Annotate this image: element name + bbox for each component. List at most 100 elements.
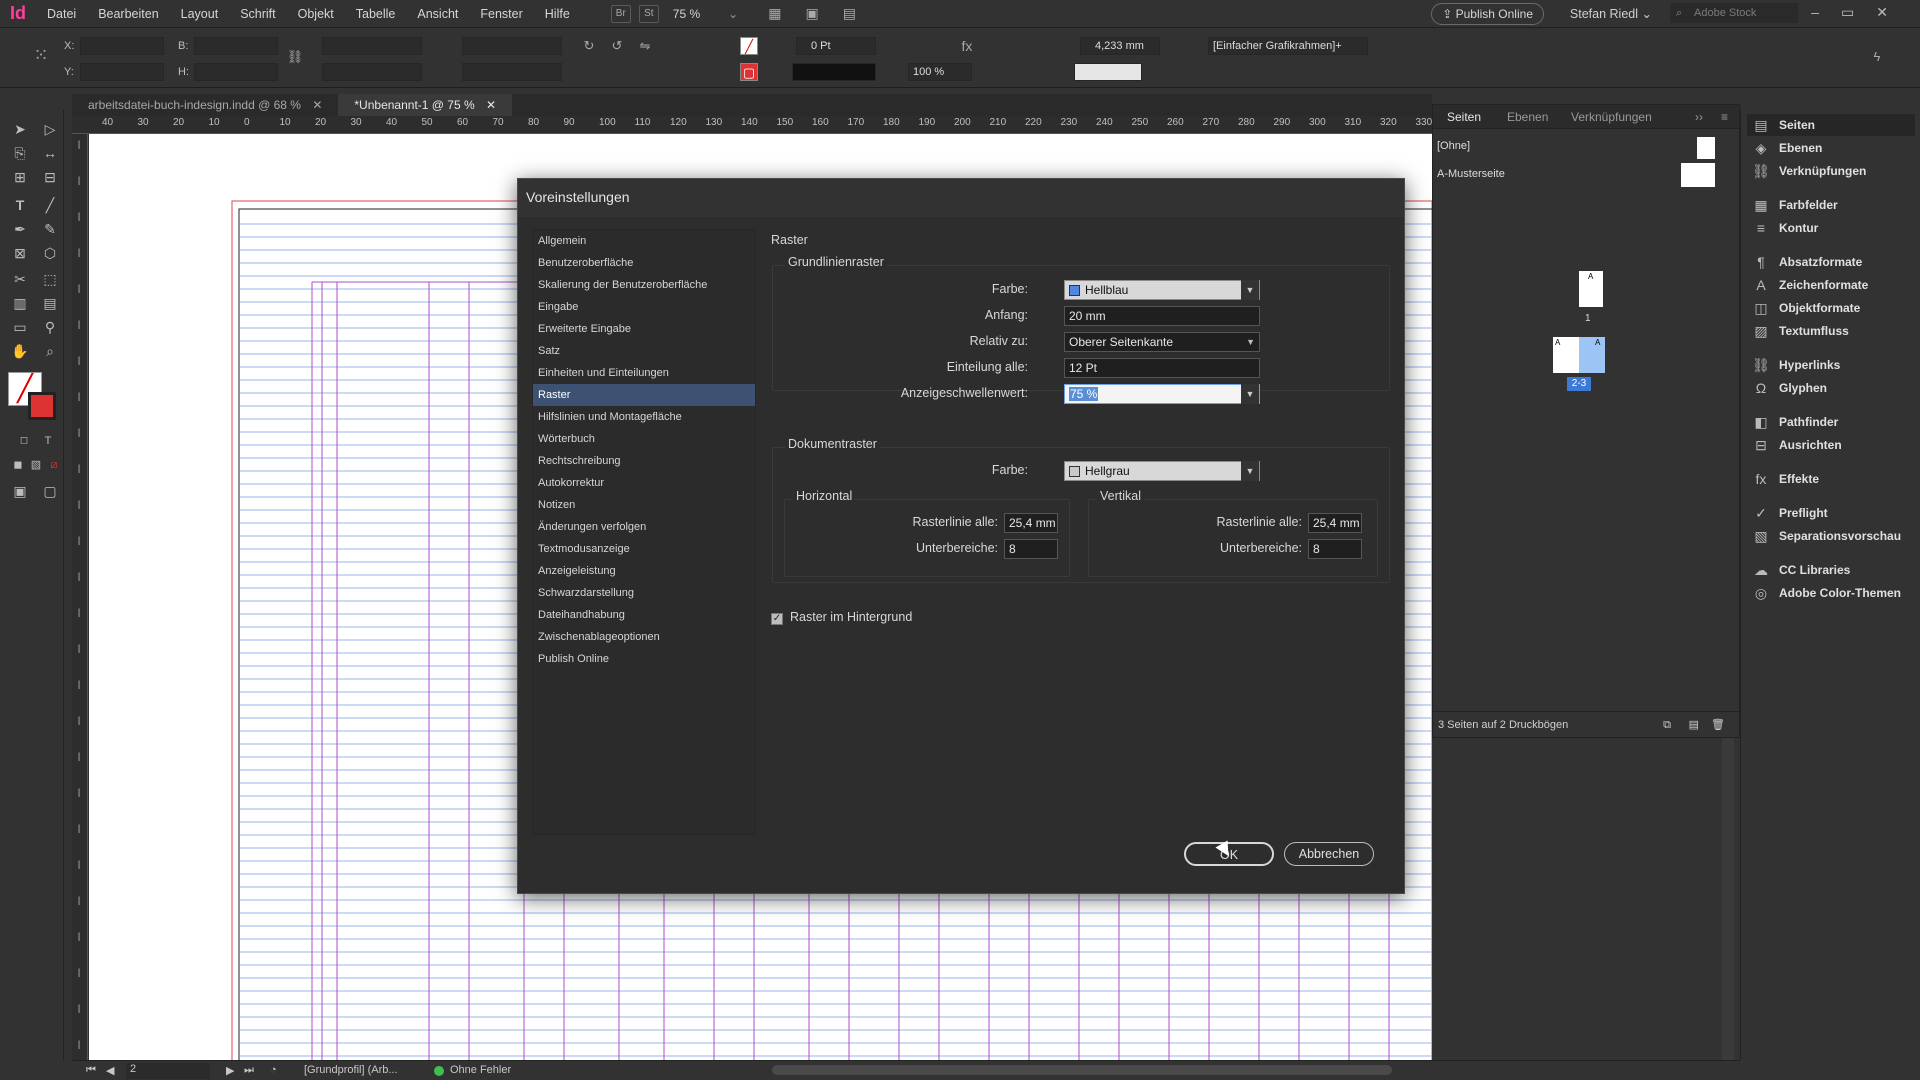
pencil-tool-icon[interactable]: ✎ (38, 218, 62, 240)
scale-x-field[interactable] (322, 37, 422, 55)
h-gridline-field[interactable]: 25,4 mm (1004, 513, 1058, 533)
formatting-text-icon[interactable]: T (36, 430, 60, 452)
menu-tabelle[interactable]: Tabelle (345, 7, 407, 21)
pref-category-item[interactable]: Notizen (533, 494, 755, 516)
shear-field[interactable] (462, 63, 562, 81)
panel-collapse-icon[interactable]: ›› (1695, 110, 1703, 124)
pref-category-item[interactable]: Anzeigeleistung (533, 560, 755, 582)
page-2-thumbnail[interactable]: A (1553, 337, 1579, 373)
content-placer-icon[interactable]: ⊟ (38, 166, 62, 188)
preflight-status[interactable]: Ohne Fehler (450, 1064, 511, 1076)
view-options-icon[interactable]: ▦ (768, 5, 781, 22)
a-master-thumbnail[interactable] (1681, 163, 1715, 187)
pref-category-item[interactable]: Allgemein (533, 230, 755, 252)
dock-item[interactable]: ▦ Farbfelder (1747, 194, 1915, 216)
reference-point-icon[interactable]: ⁙ (28, 46, 54, 72)
master-none-label[interactable]: [Ohne] (1437, 140, 1470, 152)
normal-view-icon[interactable]: ▣ (8, 480, 32, 502)
rotate-ccw-icon[interactable]: ↺ (608, 37, 626, 55)
content-collector-icon[interactable]: ⊞ (8, 166, 32, 188)
vertical-scrollbar[interactable] (1722, 700, 1734, 1060)
line-tool-icon[interactable]: ╱ (38, 194, 62, 216)
dock-item[interactable]: ◧ Pathfinder (1747, 411, 1915, 433)
dock-item[interactable]: ▤ Seiten (1747, 114, 1915, 136)
stroke-color-icon[interactable]: ▢ (740, 63, 758, 81)
fill-none-icon[interactable]: ╱ (740, 37, 758, 55)
dimension-field[interactable]: 4,233 mm (1080, 37, 1160, 55)
pref-category-item[interactable]: Zwischenablageoptionen (533, 626, 755, 648)
page-tool-icon[interactable]: ⎘ (8, 142, 32, 164)
horizontal-scrollbar[interactable] (772, 1065, 1392, 1075)
horizontal-ruler[interactable]: 40 30 20 10 0 10 20 30 40 50 60 70 80 90 100 110 120 130 1… (72, 116, 1432, 134)
baseline-increment-field[interactable]: 12 Pt (1064, 358, 1260, 378)
pref-category-item[interactable]: Textmodusanzeige (533, 538, 755, 560)
first-page-icon[interactable]: ⏮ (86, 1064, 96, 1077)
y-field[interactable] (80, 63, 164, 81)
pref-category-item[interactable]: Erweiterte Eingabe (533, 318, 755, 340)
dock-item[interactable]: ◎ Adobe Color-Themen (1747, 582, 1915, 604)
hand-tool-icon[interactable]: ✋ (8, 340, 32, 362)
menu-schrift[interactable]: Schrift (229, 7, 286, 21)
arrange-documents-icon[interactable]: ▤ (843, 5, 856, 22)
pref-category-item[interactable]: Eingabe (533, 296, 755, 318)
menu-fenster[interactable]: Fenster (469, 7, 533, 21)
width-field[interactable] (194, 37, 278, 55)
pref-category-item[interactable]: Satz (533, 340, 755, 362)
fx-icon[interactable]: fx (958, 37, 976, 55)
pref-category-item[interactable]: Schwarzdarstellung (533, 582, 755, 604)
rotation-field[interactable] (462, 37, 562, 55)
document-color-dropdown[interactable]: Hellgrau ▼ (1064, 461, 1260, 481)
stroke-weight-field[interactable]: 0 Pt (796, 37, 876, 55)
new-page-icon[interactable]: ▤ (1689, 712, 1699, 738)
pref-category-item[interactable]: Benutzeroberfläche (533, 252, 755, 274)
preview-mode-icon[interactable]: ▢ (38, 480, 62, 502)
close-icon[interactable]: ✕ (486, 98, 496, 112)
grids-in-back-checkbox[interactable]: ✓ (771, 613, 783, 625)
note-tool-icon[interactable]: ▭ (8, 316, 32, 338)
gradient-feather-tool-icon[interactable]: ▤ (38, 292, 62, 314)
fill-swatch[interactable] (1074, 63, 1142, 81)
chevron-down-icon[interactable]: ⌄ (728, 7, 738, 21)
trash-icon[interactable]: 🗑 (1711, 712, 1725, 738)
publish-online-button[interactable]: ⇪ Publish Online (1431, 3, 1544, 25)
dock-item[interactable]: ▨ Textumfluss (1747, 320, 1915, 342)
menu-datei[interactable]: Datei (36, 7, 87, 21)
polygon-tool-icon[interactable]: ⬡ (38, 242, 62, 264)
tab-seiten[interactable]: Seiten (1447, 110, 1481, 124)
doc-tab-arbeitsdatei[interactable]: arbeitsdatei-buch-indesign.indd @ 68 % ✕ (72, 94, 338, 116)
baseline-start-field[interactable]: 20 mm (1064, 306, 1260, 326)
dock-item[interactable]: ✓ Preflight (1747, 502, 1915, 524)
dock-item[interactable]: ☁ CC Libraries (1747, 559, 1915, 581)
cancel-button[interactable]: Abbrechen (1284, 842, 1374, 866)
constrain-proportions-icon[interactable]: ⛓ (286, 48, 304, 66)
rectangle-frame-tool-icon[interactable]: ⊠ (8, 242, 32, 264)
menu-ansicht[interactable]: Ansicht (406, 7, 469, 21)
preflight-profile[interactable]: [Grundprofil] (Arb... (304, 1064, 398, 1076)
stroke-type-dropdown[interactable] (792, 63, 876, 81)
chevron-down-icon[interactable]: ▼ (1241, 384, 1259, 404)
x-field[interactable] (80, 37, 164, 55)
dock-item[interactable]: ▧ Separationsvorschau (1747, 525, 1915, 547)
gradient-tool-icon[interactable]: ▥ (8, 292, 32, 314)
pref-category-item[interactable]: Einheiten und Einteilungen (533, 362, 755, 384)
free-transform-tool-icon[interactable]: ⬚ (38, 268, 62, 290)
dock-item[interactable]: ◫ Objektformate (1747, 297, 1915, 319)
doc-tab-unbenannt[interactable]: *Unbenannt-1 @ 75 % ✕ (338, 94, 513, 116)
a-master-label[interactable]: A-Musterseite (1437, 168, 1505, 180)
dock-item[interactable]: ⛓ Hyperlinks (1747, 354, 1915, 376)
master-none-thumbnail[interactable] (1697, 137, 1715, 159)
dock-item[interactable]: ◈ Ebenen (1747, 137, 1915, 159)
grids-in-back-label[interactable]: Raster im Hintergrund (790, 610, 912, 624)
pref-category-item[interactable]: Publish Online (533, 648, 755, 670)
scissors-tool-icon[interactable]: ✂ (8, 268, 32, 290)
type-tool-icon[interactable]: T (8, 194, 32, 216)
apply-none-icon[interactable]: ⧄ (42, 454, 66, 476)
preflight-open-icon[interactable]: ◔ (270, 1064, 277, 1076)
v-subdivisions-field[interactable]: 8 (1308, 539, 1362, 559)
panel-menu-icon[interactable]: ≡ (1721, 110, 1728, 124)
pref-category-item[interactable]: Änderungen verfolgen (533, 516, 755, 538)
v-gridline-field[interactable]: 25,4 mm (1308, 513, 1362, 533)
dock-item[interactable]: ≡ Kontur (1747, 217, 1915, 239)
last-page-icon[interactable]: ⏭ (244, 1064, 254, 1077)
lightning-icon[interactable]: ϟ (1868, 48, 1886, 66)
